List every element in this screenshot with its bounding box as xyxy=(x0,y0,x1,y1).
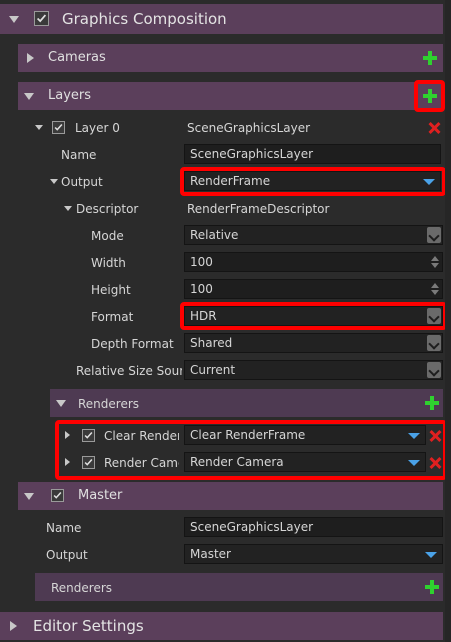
master-renderers-header[interactable]: Renderers xyxy=(35,573,443,601)
renderer2-checkbox[interactable] xyxy=(82,456,95,469)
remove-layer-icon[interactable] xyxy=(428,122,440,134)
mode-select[interactable]: Relative xyxy=(184,225,443,245)
expand-arrow-icon[interactable] xyxy=(56,400,66,407)
add-layer-icon[interactable] xyxy=(423,89,437,103)
master-renderers-title: Renderers xyxy=(51,581,113,595)
name-label: Name xyxy=(61,148,97,162)
decrement-icon[interactable] xyxy=(431,263,439,268)
layer0-expand-arrow-icon[interactable] xyxy=(35,125,43,130)
height-label: Height xyxy=(91,283,131,297)
renderer1-select[interactable]: Clear RenderFrame xyxy=(184,425,426,445)
master-name-field[interactable]: SceneGraphicsLayer xyxy=(184,517,443,537)
increment-icon[interactable] xyxy=(431,256,439,261)
renderers-title: Renderers xyxy=(78,397,140,411)
width-field[interactable]: 100 xyxy=(184,252,443,272)
dropdown-arrow-icon[interactable] xyxy=(423,179,435,185)
master-output-select[interactable]: Master xyxy=(184,544,443,564)
output-expand-arrow-icon[interactable] xyxy=(50,179,58,184)
cameras-header[interactable]: Cameras xyxy=(18,44,443,72)
descriptor-expand-arrow-icon[interactable] xyxy=(64,206,72,211)
renderer2-select[interactable]: Render Camera xyxy=(184,452,426,472)
name-field[interactable]: SceneGraphicsLayer xyxy=(184,144,441,164)
layer0-type: SceneGraphicsLayer xyxy=(187,121,311,135)
format-select[interactable]: HDR xyxy=(184,306,443,326)
dropdown-arrow-icon[interactable] xyxy=(408,433,420,439)
dropdown-arrow-icon[interactable] xyxy=(408,460,420,466)
layer0-checkbox[interactable] xyxy=(52,121,65,134)
renderers-header[interactable]: Renderers xyxy=(50,389,443,417)
decrement-icon[interactable] xyxy=(431,290,439,295)
scrollbar-track[interactable] xyxy=(445,0,451,642)
relative-size-source-label: Relative Size Source xyxy=(76,364,182,378)
output-select[interactable]: RenderFrame xyxy=(184,171,441,191)
output-label: Output xyxy=(61,175,103,189)
increment-icon[interactable] xyxy=(431,283,439,288)
format-label: Format xyxy=(91,310,134,324)
mode-label: Mode xyxy=(91,229,124,243)
relative-size-source-select[interactable]: Current xyxy=(184,360,443,380)
width-label: Width xyxy=(91,256,126,270)
master-title: Master xyxy=(78,488,123,503)
master-output-label: Output xyxy=(46,548,88,562)
collapse-arrow-icon[interactable] xyxy=(27,53,34,63)
layers-header[interactable]: Layers xyxy=(18,82,443,110)
chevron-down-icon[interactable] xyxy=(427,308,441,324)
renderer1-label: Clear RenderFrame xyxy=(104,429,179,443)
editor-settings-header[interactable]: Editor Settings xyxy=(0,612,443,640)
chevron-down-icon[interactable] xyxy=(427,227,441,243)
graphics-composition-header[interactable]: Graphics Composition xyxy=(0,4,443,34)
dropdown-arrow-icon[interactable] xyxy=(425,552,437,558)
master-name-label: Name xyxy=(46,521,82,535)
descriptor-label: Descriptor xyxy=(76,202,139,216)
add-master-renderer-icon[interactable] xyxy=(425,580,439,594)
collapse-arrow-icon[interactable] xyxy=(10,621,17,631)
expand-arrow-icon[interactable] xyxy=(9,16,19,23)
graphics-composition-title: Graphics Composition xyxy=(62,10,227,28)
cameras-title: Cameras xyxy=(48,50,106,65)
expand-arrow-icon[interactable] xyxy=(24,493,34,500)
layers-title: Layers xyxy=(48,88,92,103)
renderer1-checkbox[interactable] xyxy=(82,429,95,442)
graphics-composition-checkbox[interactable] xyxy=(34,11,49,26)
depth-format-label: Depth Format xyxy=(91,337,174,351)
editor-settings-title: Editor Settings xyxy=(33,617,144,635)
descriptor-value: RenderFrameDescriptor xyxy=(187,202,330,216)
chevron-down-icon[interactable] xyxy=(427,362,441,378)
expand-arrow-icon[interactable] xyxy=(24,93,34,100)
master-checkbox[interactable] xyxy=(51,489,64,502)
add-camera-icon[interactable] xyxy=(423,51,437,65)
layer0-title: Layer 0 xyxy=(75,121,120,135)
renderer2-expand-arrow-icon[interactable] xyxy=(65,458,70,466)
depth-format-select[interactable]: Shared xyxy=(184,333,443,353)
height-field[interactable]: 100 xyxy=(184,279,443,299)
renderer1-expand-arrow-icon[interactable] xyxy=(65,431,70,439)
add-renderer-icon[interactable] xyxy=(425,396,439,410)
renderer2-label: Render Camera xyxy=(104,456,179,470)
chevron-down-icon[interactable] xyxy=(427,335,441,351)
master-header[interactable]: Master xyxy=(18,482,443,510)
remove-renderer-icon[interactable] xyxy=(429,457,441,469)
remove-renderer-icon[interactable] xyxy=(429,430,441,442)
